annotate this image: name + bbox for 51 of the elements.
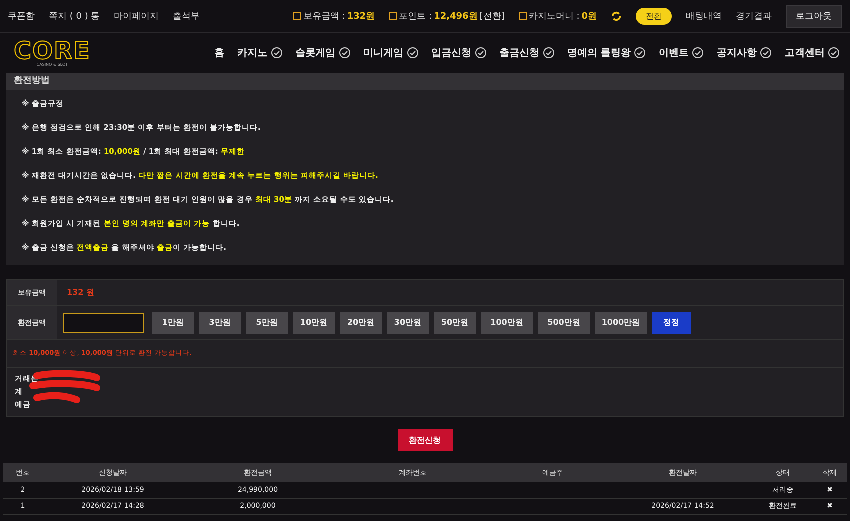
check-circle-icon bbox=[338, 47, 351, 59]
preset-button[interactable]: 10만원 bbox=[293, 312, 335, 334]
wallet-value: 12,496원 bbox=[434, 10, 478, 22]
check-circle-icon bbox=[406, 47, 419, 59]
nav-item[interactable]: 미니게임 bbox=[364, 46, 419, 60]
preset-button[interactable]: 500만원 bbox=[538, 312, 590, 334]
check-circle-icon bbox=[692, 47, 704, 59]
balance-value: 132 원 bbox=[67, 287, 94, 298]
check-circle-icon bbox=[270, 47, 283, 59]
refresh-icon[interactable] bbox=[611, 10, 622, 22]
nav-item[interactable]: 이벤트 bbox=[659, 46, 704, 60]
check-circle-icon bbox=[542, 47, 555, 59]
nav-item[interactable]: 명예의 롤링왕 bbox=[568, 46, 646, 60]
nav-item[interactable]: 공지사항 bbox=[717, 46, 772, 60]
top-link[interactable]: 배팅내역 bbox=[686, 10, 722, 22]
check-circle-icon bbox=[474, 47, 487, 59]
check-circle-icon bbox=[634, 47, 646, 59]
wallet-label: 보유금액 : bbox=[303, 10, 346, 22]
wallet-value: 0원 bbox=[582, 10, 597, 22]
reset-button[interactable]: 정정 bbox=[652, 312, 691, 334]
preset-button[interactable]: 30만원 bbox=[387, 312, 429, 334]
nav-item[interactable]: 출금신청 bbox=[500, 46, 555, 60]
nav-item[interactable]: 카지노 bbox=[238, 46, 283, 60]
wallet-label: 카지노머니 : bbox=[528, 10, 580, 22]
top-link[interactable]: 경기결과 bbox=[736, 10, 772, 22]
preset-button[interactable]: 5만원 bbox=[246, 312, 288, 334]
convert-button[interactable]: 전환 bbox=[636, 8, 672, 24]
logout-button[interactable]: 로그아웃 bbox=[786, 4, 842, 28]
top-link[interactable]: 마이페이지 bbox=[114, 10, 160, 22]
logo[interactable]: CORE bbox=[14, 39, 91, 63]
nav-item[interactable]: 고객센터 bbox=[785, 46, 840, 60]
nav-item[interactable]: 슬롯게임 bbox=[296, 46, 351, 60]
panel-title: 환전방법 bbox=[6, 73, 844, 90]
preset-button[interactable]: 100만원 bbox=[481, 312, 533, 334]
submit-button[interactable]: 환전신청 bbox=[398, 429, 452, 451]
nav-item[interactable]: 홈 bbox=[214, 46, 225, 60]
wallet-value: 132원 bbox=[347, 10, 376, 22]
check-circle-icon bbox=[828, 47, 840, 59]
preset-button[interactable]: 50만원 bbox=[434, 312, 476, 334]
top-link[interactable]: 쿠폰함 bbox=[8, 10, 35, 22]
nav-item[interactable]: 입금신청 bbox=[432, 46, 487, 60]
preset-button[interactable]: 1000만원 bbox=[595, 312, 647, 334]
preset-button[interactable]: 20만원 bbox=[340, 312, 382, 334]
convert-link[interactable]: [전환] bbox=[480, 10, 505, 22]
preset-button[interactable]: 3만원 bbox=[199, 312, 241, 334]
wallet-label: 포인트 : bbox=[399, 10, 432, 22]
top-link[interactable]: 출석부 bbox=[173, 10, 200, 22]
preset-button[interactable]: 1만원 bbox=[152, 312, 194, 334]
check-circle-icon bbox=[760, 47, 772, 59]
top-link[interactable]: 쪽지 ( 0 ) 통 bbox=[49, 10, 100, 22]
amount-input[interactable] bbox=[63, 312, 144, 332]
